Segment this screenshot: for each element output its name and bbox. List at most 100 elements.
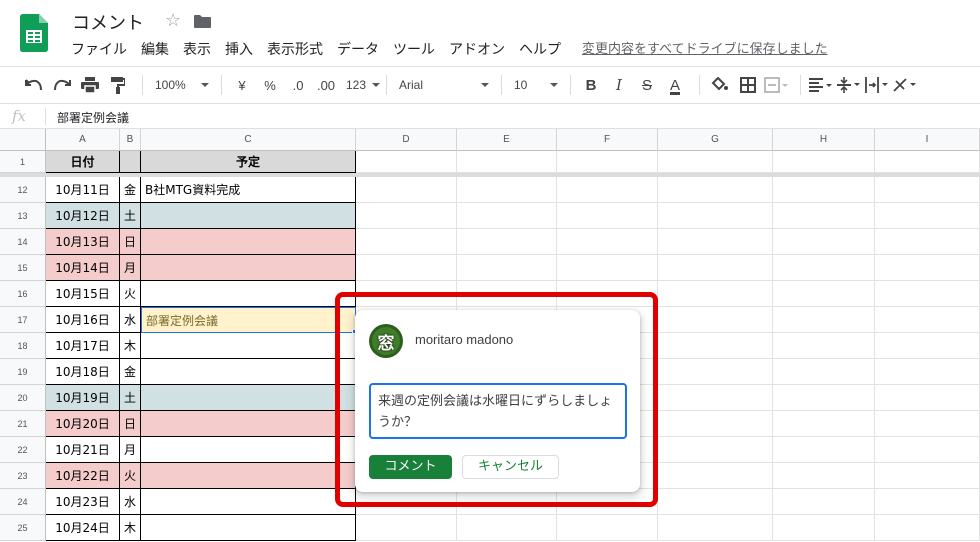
grid-cell[interactable] xyxy=(356,177,457,203)
strikethrough-button[interactable]: S xyxy=(635,71,659,99)
print-icon[interactable] xyxy=(78,71,102,99)
menu-tools[interactable]: ツール xyxy=(386,40,442,60)
row-header[interactable]: 16 xyxy=(0,281,46,307)
menu-file[interactable]: ファイル xyxy=(64,40,134,60)
grid-cell[interactable] xyxy=(356,515,457,541)
grid-cell[interactable] xyxy=(773,411,875,437)
date-cell[interactable]: 10月23日 xyxy=(46,489,120,515)
day-cell[interactable]: 火 xyxy=(120,463,141,489)
grid-cell[interactable] xyxy=(875,177,980,203)
menu-format[interactable]: 表示形式 xyxy=(260,40,330,60)
grid-cell[interactable] xyxy=(658,515,773,541)
menu-help[interactable]: ヘルプ xyxy=(512,40,568,60)
italic-button[interactable]: I xyxy=(607,71,631,99)
plan-cell[interactable] xyxy=(141,229,356,255)
selected-plan-cell[interactable]: 部署定例会議 xyxy=(141,307,356,333)
day-cell[interactable]: 土 xyxy=(120,203,141,229)
grid-cell[interactable] xyxy=(875,489,980,515)
grid-cell[interactable] xyxy=(773,489,875,515)
grid-cell[interactable] xyxy=(658,255,773,281)
grid-cell[interactable] xyxy=(557,177,658,203)
date-cell[interactable]: 10月18日 xyxy=(46,359,120,385)
grid-cell[interactable] xyxy=(658,333,773,359)
grid-cell[interactable] xyxy=(658,463,773,489)
row-header[interactable]: 12 xyxy=(0,177,46,203)
grid-cell[interactable] xyxy=(658,411,773,437)
grid-cell[interactable] xyxy=(773,463,875,489)
text-rotation-icon[interactable] xyxy=(893,71,917,99)
column-header-e[interactable]: E xyxy=(457,129,557,151)
font-select[interactable]: Arial xyxy=(395,71,493,99)
grid-cell[interactable] xyxy=(658,437,773,463)
date-cell[interactable]: 10月13日 xyxy=(46,229,120,255)
text-color-button[interactable]: A xyxy=(663,71,687,99)
grid-cell[interactable] xyxy=(557,151,658,173)
grid-cell[interactable] xyxy=(356,255,457,281)
borders-icon[interactable] xyxy=(736,71,760,99)
grid-cell[interactable] xyxy=(773,385,875,411)
day-cell[interactable]: 火 xyxy=(120,281,141,307)
font-size-select[interactable]: 10 xyxy=(510,71,562,99)
grid-cell[interactable] xyxy=(658,229,773,255)
grid-cell[interactable] xyxy=(875,255,980,281)
grid-cell[interactable] xyxy=(557,203,658,229)
date-cell[interactable]: 10月21日 xyxy=(46,437,120,463)
menu-edit[interactable]: 編集 xyxy=(134,40,176,60)
grid-cell[interactable] xyxy=(356,229,457,255)
day-cell[interactable]: 木 xyxy=(120,333,141,359)
column-header-d[interactable]: D xyxy=(356,129,457,151)
select-all-corner[interactable] xyxy=(0,129,46,151)
row-header[interactable]: 17 xyxy=(0,307,46,333)
plan-cell[interactable] xyxy=(141,411,356,437)
date-cell[interactable]: 10月16日 xyxy=(46,307,120,333)
grid-cell[interactable] xyxy=(658,281,773,307)
grid-cell[interactable] xyxy=(875,229,980,255)
table-header-date[interactable]: 日付 xyxy=(46,151,120,173)
date-cell[interactable]: 10月15日 xyxy=(46,281,120,307)
row-header[interactable]: 15 xyxy=(0,255,46,281)
row-header[interactable]: 19 xyxy=(0,359,46,385)
save-status-link[interactable]: 変更内容をすべてドライブに保存しました xyxy=(582,40,828,60)
grid-cell[interactable] xyxy=(773,515,875,541)
column-header-b[interactable]: B xyxy=(120,129,141,151)
folder-icon[interactable] xyxy=(194,15,211,28)
day-cell[interactable]: 水 xyxy=(120,489,141,515)
day-cell[interactable]: 日 xyxy=(120,411,141,437)
date-cell[interactable]: 10月22日 xyxy=(46,463,120,489)
horizontal-align-icon[interactable] xyxy=(809,71,833,99)
grid-cell[interactable] xyxy=(875,437,980,463)
grid-cell[interactable] xyxy=(875,333,980,359)
row-header[interactable]: 25 xyxy=(0,515,46,541)
column-header-f[interactable]: F xyxy=(557,129,658,151)
grid-cell[interactable] xyxy=(875,515,980,541)
day-cell[interactable]: 土 xyxy=(120,385,141,411)
date-cell[interactable]: 10月19日 xyxy=(46,385,120,411)
decrease-decimal-button[interactable]: .0 xyxy=(286,71,310,99)
column-header-g[interactable]: G xyxy=(658,129,773,151)
grid-cell[interactable] xyxy=(457,515,557,541)
menu-data[interactable]: データ xyxy=(330,40,386,60)
grid-cell[interactable] xyxy=(457,229,557,255)
row-header[interactable]: 24 xyxy=(0,489,46,515)
grid-cell[interactable] xyxy=(773,307,875,333)
day-cell[interactable]: 日 xyxy=(120,229,141,255)
undo-icon[interactable] xyxy=(22,71,46,99)
grid-cell[interactable] xyxy=(875,203,980,229)
grid-cell[interactable] xyxy=(557,515,658,541)
grid-cell[interactable] xyxy=(773,177,875,203)
comment-submit-button[interactable]: コメント xyxy=(369,455,452,479)
grid-cell[interactable] xyxy=(773,203,875,229)
grid-cell[interactable] xyxy=(875,385,980,411)
column-header-i[interactable]: I xyxy=(875,129,980,151)
percent-button[interactable]: % xyxy=(258,71,282,99)
grid-cell[interactable] xyxy=(875,151,980,173)
formula-input[interactable]: 部署定例会議 xyxy=(57,109,129,126)
zoom-select[interactable]: 100% xyxy=(151,71,213,99)
day-cell[interactable]: 水 xyxy=(120,307,141,333)
grid-cell[interactable] xyxy=(557,255,658,281)
fill-color-icon[interactable] xyxy=(708,71,732,99)
date-cell[interactable]: 10月12日 xyxy=(46,203,120,229)
grid-cell[interactable] xyxy=(875,307,980,333)
grid-cell[interactable] xyxy=(658,307,773,333)
menu-addons[interactable]: アドオン xyxy=(442,40,512,60)
